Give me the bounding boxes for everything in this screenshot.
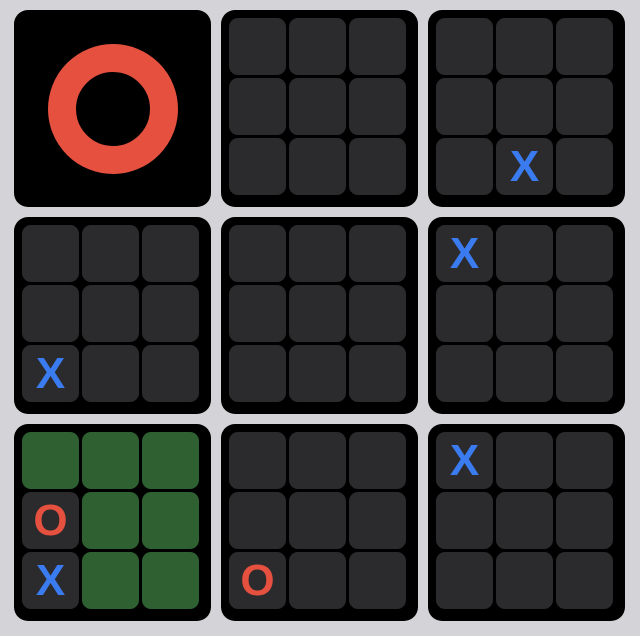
cell[interactable]: [22, 432, 79, 489]
cell[interactable]: [496, 345, 553, 402]
cell[interactable]: [436, 285, 493, 342]
cell[interactable]: [82, 492, 139, 549]
cell[interactable]: [289, 552, 346, 609]
cell[interactable]: [436, 78, 493, 135]
ultimate-tictactoe-board: XXXOXOX: [0, 0, 640, 636]
cell[interactable]: [349, 285, 406, 342]
cell[interactable]: [229, 138, 286, 195]
cell: O: [229, 552, 286, 609]
subboard-4[interactable]: X: [14, 217, 211, 414]
cell[interactable]: [289, 225, 346, 282]
cell[interactable]: [556, 138, 613, 195]
cell[interactable]: [82, 432, 139, 489]
x-mark: X: [509, 141, 540, 191]
cell[interactable]: [229, 432, 286, 489]
cell[interactable]: [496, 492, 553, 549]
cell[interactable]: [556, 345, 613, 402]
cell[interactable]: [142, 492, 199, 549]
cell[interactable]: [229, 225, 286, 282]
cell[interactable]: [349, 432, 406, 489]
cell[interactable]: [289, 138, 346, 195]
cell[interactable]: [229, 492, 286, 549]
cell[interactable]: [349, 18, 406, 75]
cell: X: [436, 432, 493, 489]
subboard-2[interactable]: [221, 10, 418, 207]
cell[interactable]: [436, 492, 493, 549]
cell[interactable]: [289, 492, 346, 549]
cell[interactable]: [436, 18, 493, 75]
o-mark: O: [240, 555, 275, 605]
subboard-7[interactable]: OX: [14, 424, 211, 621]
x-mark: X: [35, 555, 66, 605]
cell[interactable]: [496, 18, 553, 75]
x-mark: X: [35, 348, 66, 398]
cell[interactable]: [496, 552, 553, 609]
cell: X: [496, 138, 553, 195]
x-mark: X: [449, 435, 480, 485]
cell[interactable]: [436, 345, 493, 402]
cell: X: [22, 552, 79, 609]
cell[interactable]: [142, 552, 199, 609]
x-mark: X: [449, 228, 480, 278]
cell[interactable]: [496, 285, 553, 342]
subboard-winner-mark: [14, 10, 211, 207]
o-mark-large: [47, 43, 178, 174]
cell[interactable]: [496, 432, 553, 489]
cell[interactable]: [142, 432, 199, 489]
cell[interactable]: [349, 78, 406, 135]
cell[interactable]: [556, 285, 613, 342]
cell[interactable]: [556, 78, 613, 135]
cell[interactable]: [142, 345, 199, 402]
cell[interactable]: [142, 225, 199, 282]
cell[interactable]: [496, 225, 553, 282]
cell[interactable]: [556, 492, 613, 549]
cell[interactable]: [289, 285, 346, 342]
subboard-6[interactable]: X: [428, 217, 625, 414]
cell[interactable]: [289, 345, 346, 402]
subboard-3[interactable]: X: [428, 10, 625, 207]
cell: X: [22, 345, 79, 402]
cell[interactable]: [82, 552, 139, 609]
subboard-1: [14, 10, 211, 207]
subboard-9[interactable]: X: [428, 424, 625, 621]
cell[interactable]: [22, 225, 79, 282]
cell[interactable]: [349, 225, 406, 282]
subboard-8[interactable]: O: [221, 424, 418, 621]
cell[interactable]: [349, 492, 406, 549]
cell[interactable]: [229, 18, 286, 75]
cell[interactable]: [349, 552, 406, 609]
cell[interactable]: [556, 552, 613, 609]
cell[interactable]: [556, 18, 613, 75]
cell[interactable]: [556, 225, 613, 282]
cell[interactable]: [349, 138, 406, 195]
cell[interactable]: [229, 345, 286, 402]
cell[interactable]: [289, 18, 346, 75]
cell[interactable]: [556, 432, 613, 489]
cell[interactable]: [289, 432, 346, 489]
cell[interactable]: [349, 345, 406, 402]
cell[interactable]: [82, 225, 139, 282]
cell[interactable]: [142, 285, 199, 342]
cell[interactable]: [82, 345, 139, 402]
cell[interactable]: [229, 78, 286, 135]
o-mark: O: [33, 495, 68, 545]
cell: O: [22, 492, 79, 549]
cell[interactable]: [289, 78, 346, 135]
subboard-5[interactable]: [221, 217, 418, 414]
cell[interactable]: [436, 552, 493, 609]
cell[interactable]: [229, 285, 286, 342]
cell[interactable]: [22, 285, 79, 342]
cell: X: [436, 225, 493, 282]
cell[interactable]: [496, 78, 553, 135]
cell[interactable]: [82, 285, 139, 342]
cell[interactable]: [436, 138, 493, 195]
